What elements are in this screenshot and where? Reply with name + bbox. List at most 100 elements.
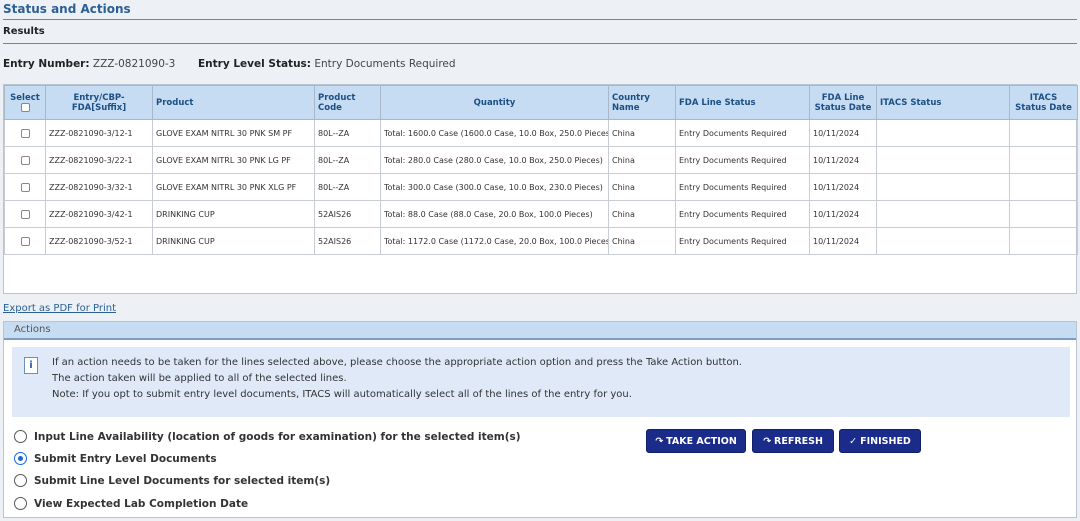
cell-fda-status: Entry Documents Required — [675, 146, 810, 174]
cell-itacs-date — [1009, 119, 1078, 147]
radio-button[interactable] — [14, 474, 27, 487]
option-submit-line-docs[interactable]: Submit Line Level Documents for selected… — [14, 474, 330, 487]
col-product-code[interactable]: Product Code — [314, 85, 381, 120]
cell-code: 80L--ZA — [314, 173, 381, 201]
option-submit-entry-docs[interactable]: Submit Entry Level Documents — [14, 452, 217, 465]
option-label: View Expected Lab Completion Date — [34, 497, 249, 510]
select-all-checkbox[interactable] — [20, 102, 30, 112]
export-pdf-link[interactable]: Export as PDF for Print — [3, 303, 116, 314]
cell-fda-date: 10/11/2024 — [809, 173, 877, 201]
table-row: ZZZ-0821090-3/12-1 GLOVE EXAM NITRL 30 PN… — [4, 119, 1078, 147]
cell-itacs-status — [876, 173, 1010, 201]
info-text: The action taken will be applied to all … — [52, 373, 347, 384]
button-label: TAKE ACTION — [666, 435, 737, 447]
cell-itacs-date — [1009, 146, 1078, 174]
row-select-cell — [4, 173, 46, 201]
divider — [3, 43, 1077, 44]
cell-code: 52AIS26 — [314, 200, 381, 228]
table-row: ZZZ-0821090-3/32-1 GLOVE EXAM NITRL 30 PN… — [4, 173, 1078, 201]
cell-itacs-date — [1009, 227, 1078, 255]
take-action-button[interactable]: ↷ TAKE ACTION — [646, 429, 746, 453]
actions-heading: Actions — [4, 322, 1076, 340]
col-entry[interactable]: Entry/CBP-FDA[Suffix] — [45, 85, 153, 120]
finished-button[interactable]: ✓ FINISHED — [839, 429, 921, 453]
radio-button[interactable] — [14, 430, 27, 443]
col-country[interactable]: Country Name — [608, 85, 676, 120]
option-label: Submit Entry Level Documents — [34, 452, 217, 465]
row-select-cell — [4, 119, 46, 147]
col-fda-date[interactable]: FDA Line Status Date — [809, 85, 877, 120]
cell-itacs-date — [1009, 200, 1078, 228]
cell-country: China — [608, 200, 676, 228]
row-checkbox[interactable] — [20, 209, 30, 219]
info-icon: i — [24, 357, 38, 374]
cell-quantity: Total: 300.0 Case (300.0 Case, 10.0 Box,… — [380, 173, 609, 201]
cell-product: GLOVE EXAM NITRL 30 PNK XLG PF — [152, 173, 315, 201]
cell-product: GLOVE EXAM NITRL 30 PNK SM PF — [152, 119, 315, 147]
cell-itacs-status — [876, 146, 1010, 174]
cell-entry: ZZZ-0821090-3/22-1 — [45, 146, 153, 174]
entry-number-label: Entry Number: — [3, 58, 90, 70]
cell-code: 80L--ZA — [314, 119, 381, 147]
results-table-container: Select Entry/CBP-FDA[Suffix] Product Pro… — [3, 84, 1078, 294]
actions-panel: Actions i If an action needs to be taken… — [3, 321, 1077, 518]
results-heading: Results — [3, 26, 45, 37]
cell-fda-status: Entry Documents Required — [675, 119, 810, 147]
table-row: ZZZ-0821090-3/42-1 DRINKING CUP 52AIS26 Tot… — [4, 200, 1078, 228]
redo-arrow-icon: ↷ — [655, 435, 664, 447]
table-row: ZZZ-0821090-3/52-1 DRINKING CUP 52AIS26 Tot… — [4, 227, 1078, 255]
cell-itacs-status — [876, 119, 1010, 147]
cell-quantity: Total: 280.0 Case (280.0 Case, 10.0 Box,… — [380, 146, 609, 174]
option-input-line-availability[interactable]: Input Line Availability (location of goo… — [14, 430, 521, 443]
col-product[interactable]: Product — [152, 85, 315, 120]
row-checkbox[interactable] — [20, 182, 30, 192]
radio-button-selected[interactable] — [14, 452, 27, 465]
cell-entry: ZZZ-0821090-3/42-1 — [45, 200, 153, 228]
checkmark-icon: ✓ — [849, 435, 858, 447]
row-checkbox[interactable] — [20, 128, 30, 138]
cell-itacs-status — [876, 200, 1010, 228]
entry-number-value: ZZZ-0821090-3 — [92, 58, 176, 70]
button-label: REFRESH — [774, 435, 823, 447]
info-text: If an action needs to be taken for the l… — [52, 357, 742, 368]
entry-status-value: Entry Documents Required — [314, 58, 456, 70]
cell-product: DRINKING CUP — [152, 227, 315, 255]
cell-fda-status: Entry Documents Required — [675, 227, 810, 255]
cell-country: China — [608, 173, 676, 201]
cell-quantity: Total: 1600.0 Case (1600.0 Case, 10.0 Bo… — [380, 119, 609, 147]
radio-button[interactable] — [14, 497, 27, 510]
refresh-button[interactable]: ↷ REFRESH — [752, 429, 834, 453]
cell-fda-status: Entry Documents Required — [675, 200, 810, 228]
cell-quantity: Total: 88.0 Case (88.0 Case, 20.0 Box, 1… — [380, 200, 609, 228]
row-checkbox[interactable] — [20, 236, 30, 246]
col-fda-status[interactable]: FDA Line Status — [675, 85, 810, 120]
page-title: Status and Actions — [3, 2, 131, 16]
row-select-cell — [4, 146, 46, 174]
row-select-cell — [4, 227, 46, 255]
col-itacs-date[interactable]: ITACS Status Date — [1009, 85, 1078, 120]
option-label: Input Line Availability (location of goo… — [34, 430, 521, 443]
cell-code: 80L--ZA — [314, 146, 381, 174]
cell-itacs-date — [1009, 173, 1078, 201]
col-quantity[interactable]: Quantity — [380, 85, 609, 120]
info-box: i If an action needs to be taken for the… — [12, 347, 1070, 417]
cell-country: China — [608, 227, 676, 255]
cell-product: DRINKING CUP — [152, 200, 315, 228]
option-view-lab-date[interactable]: View Expected Lab Completion Date — [14, 497, 248, 510]
cell-entry: ZZZ-0821090-3/12-1 — [45, 119, 153, 147]
cell-code: 52AIS26 — [314, 227, 381, 255]
cell-country: China — [608, 146, 676, 174]
row-checkbox[interactable] — [20, 155, 30, 165]
entry-status-label: Entry Level Status: — [198, 58, 311, 70]
col-select: Select — [4, 85, 46, 120]
cell-quantity: Total: 1172.0 Case (1172.0 Case, 20.0 Bo… — [380, 227, 609, 255]
cell-fda-date: 10/11/2024 — [809, 119, 877, 147]
col-itacs-status[interactable]: ITACS Status — [876, 85, 1010, 120]
cell-fda-status: Entry Documents Required — [675, 173, 810, 201]
button-label: FINISHED — [860, 435, 911, 447]
cell-country: China — [608, 119, 676, 147]
row-select-cell — [4, 200, 46, 228]
table-row: ZZZ-0821090-3/22-1 GLOVE EXAM NITRL 30 PN… — [4, 146, 1078, 174]
results-table: Select Entry/CBP-FDA[Suffix] Product Pro… — [4, 85, 1078, 255]
cell-fda-date: 10/11/2024 — [809, 146, 877, 174]
